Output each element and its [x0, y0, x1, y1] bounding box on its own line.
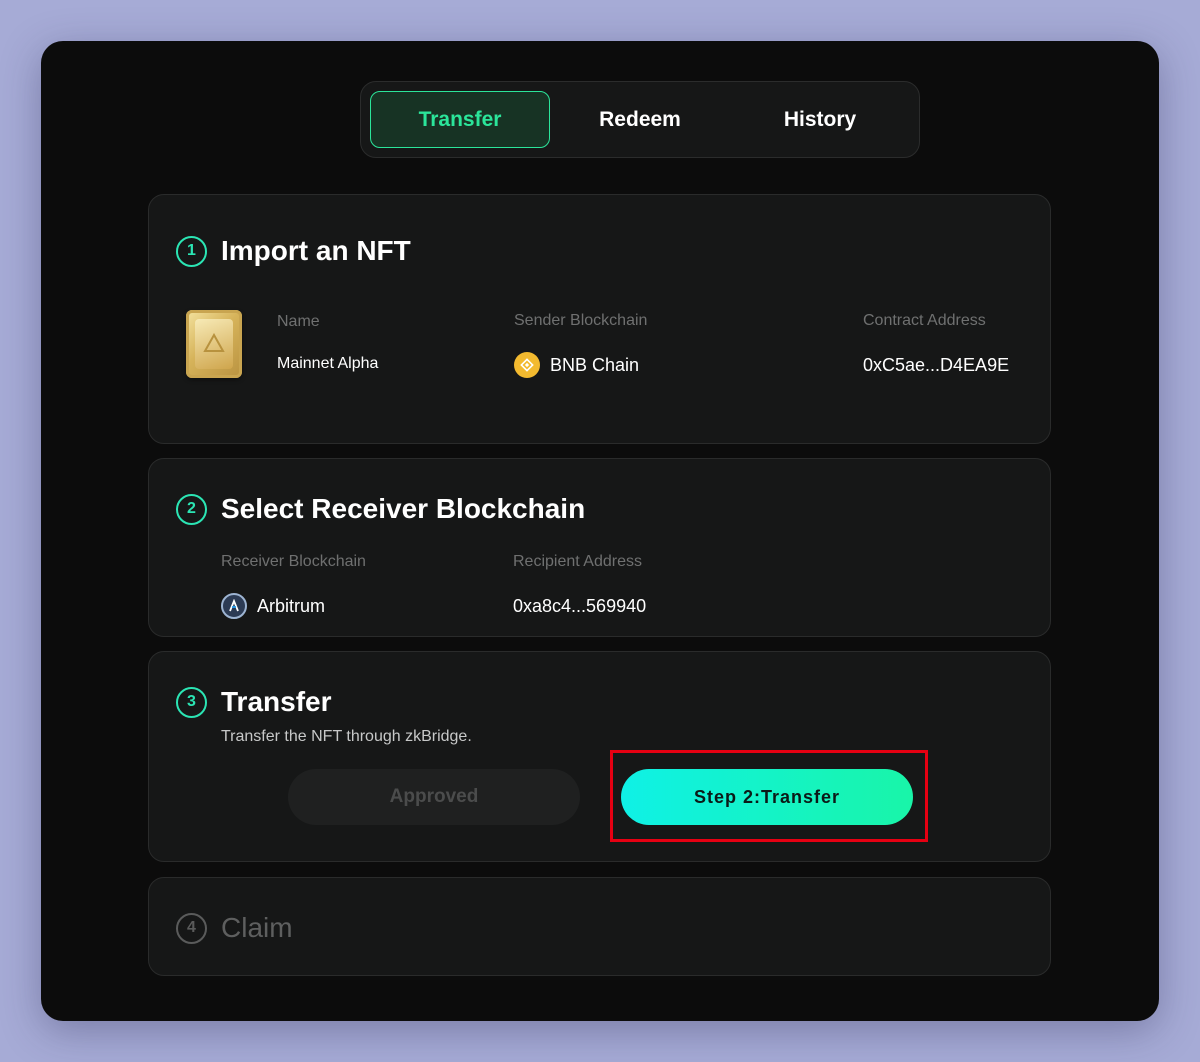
step-number-badge: 4	[176, 912, 207, 944]
tab-bar: Transfer Redeem History	[360, 81, 920, 158]
nft-name-label: Name	[277, 313, 320, 330]
step-number-badge: 3	[176, 686, 207, 718]
nft-name-value: Mainnet Alpha	[277, 355, 379, 372]
step-number-badge: 2	[176, 493, 207, 525]
receiver-blockchain-name: Arbitrum	[257, 595, 326, 616]
step-title: Import an NFT	[221, 235, 411, 266]
step-number-badge: 1	[176, 235, 207, 267]
bnb-chain-icon	[514, 352, 540, 378]
receiver-blockchain-select[interactable]: Arbitrum	[221, 593, 325, 619]
recipient-address-label: Recipient Address	[513, 553, 642, 570]
tab-history[interactable]: History	[730, 91, 910, 148]
bridge-window: Transfer Redeem History 1 Import an NFT …	[41, 41, 1159, 1021]
step-claim-title-row: 4 Claim	[176, 912, 293, 944]
recipient-address-value: 0xa8c4...569940	[513, 596, 647, 616]
tab-transfer[interactable]: Transfer	[370, 91, 550, 148]
step-import-title-row: 1 Import an NFT	[176, 235, 411, 267]
step-receiver-title-row: 2 Select Receiver Blockchain	[176, 493, 585, 525]
step-title: Claim	[221, 912, 293, 943]
arbitrum-icon	[221, 593, 247, 619]
step-import-nft-card: 1 Import an NFT Name Mainnet Alpha Sende…	[148, 194, 1051, 444]
sender-blockchain-name: BNB Chain	[550, 354, 640, 375]
contract-address-value: 0xC5ae...D4EA9E	[863, 355, 1010, 375]
step-transfer-card: 3 Transfer Transfer the NFT through zkBr…	[148, 651, 1051, 862]
step-receiver-card: 2 Select Receiver Blockchain Receiver Bl…	[148, 458, 1051, 637]
nft-thumbnail	[186, 310, 242, 378]
step-transfer-title-row: 3 Transfer	[176, 686, 332, 718]
nft-emblem-icon	[195, 319, 233, 369]
transfer-description: Transfer the NFT through zkBridge.	[221, 728, 472, 745]
step-title: Transfer	[221, 686, 332, 717]
highlight-box	[610, 750, 928, 842]
step-claim-card: 4 Claim	[148, 877, 1051, 976]
receiver-blockchain-label: Receiver Blockchain	[221, 553, 366, 570]
approved-button: Approved	[288, 769, 580, 825]
step-title: Select Receiver Blockchain	[221, 493, 586, 524]
sender-blockchain-label: Sender Blockchain	[514, 312, 648, 329]
sender-blockchain-value: BNB Chain	[514, 352, 639, 378]
tab-redeem[interactable]: Redeem	[550, 91, 730, 148]
contract-address-label: Contract Address	[863, 312, 986, 329]
